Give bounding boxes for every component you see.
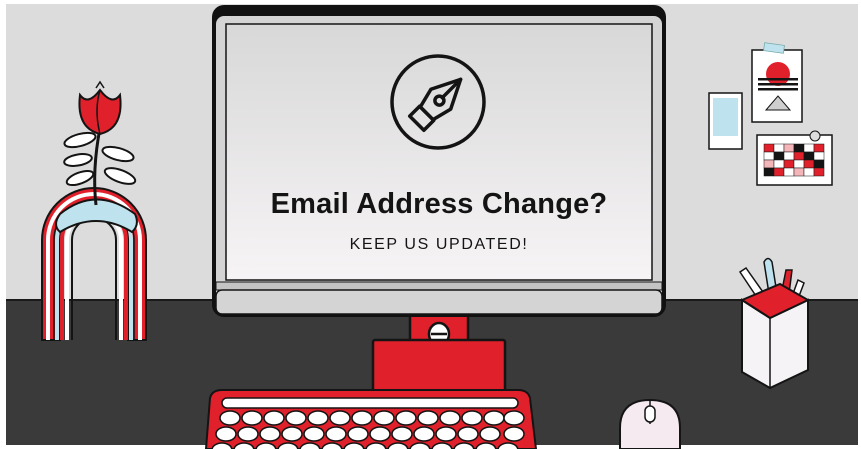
headline: Email Address Change? (270, 188, 608, 220)
subline: KEEP US UPDATED! (349, 236, 529, 253)
monitor (212, 5, 666, 317)
desk-scene (6, 4, 858, 449)
wall-photo (708, 92, 743, 150)
computer-mouse (619, 398, 681, 449)
wall-poster-sun (751, 42, 803, 123)
typewriter-keyboard (204, 389, 538, 449)
wall-calendar (756, 130, 833, 186)
